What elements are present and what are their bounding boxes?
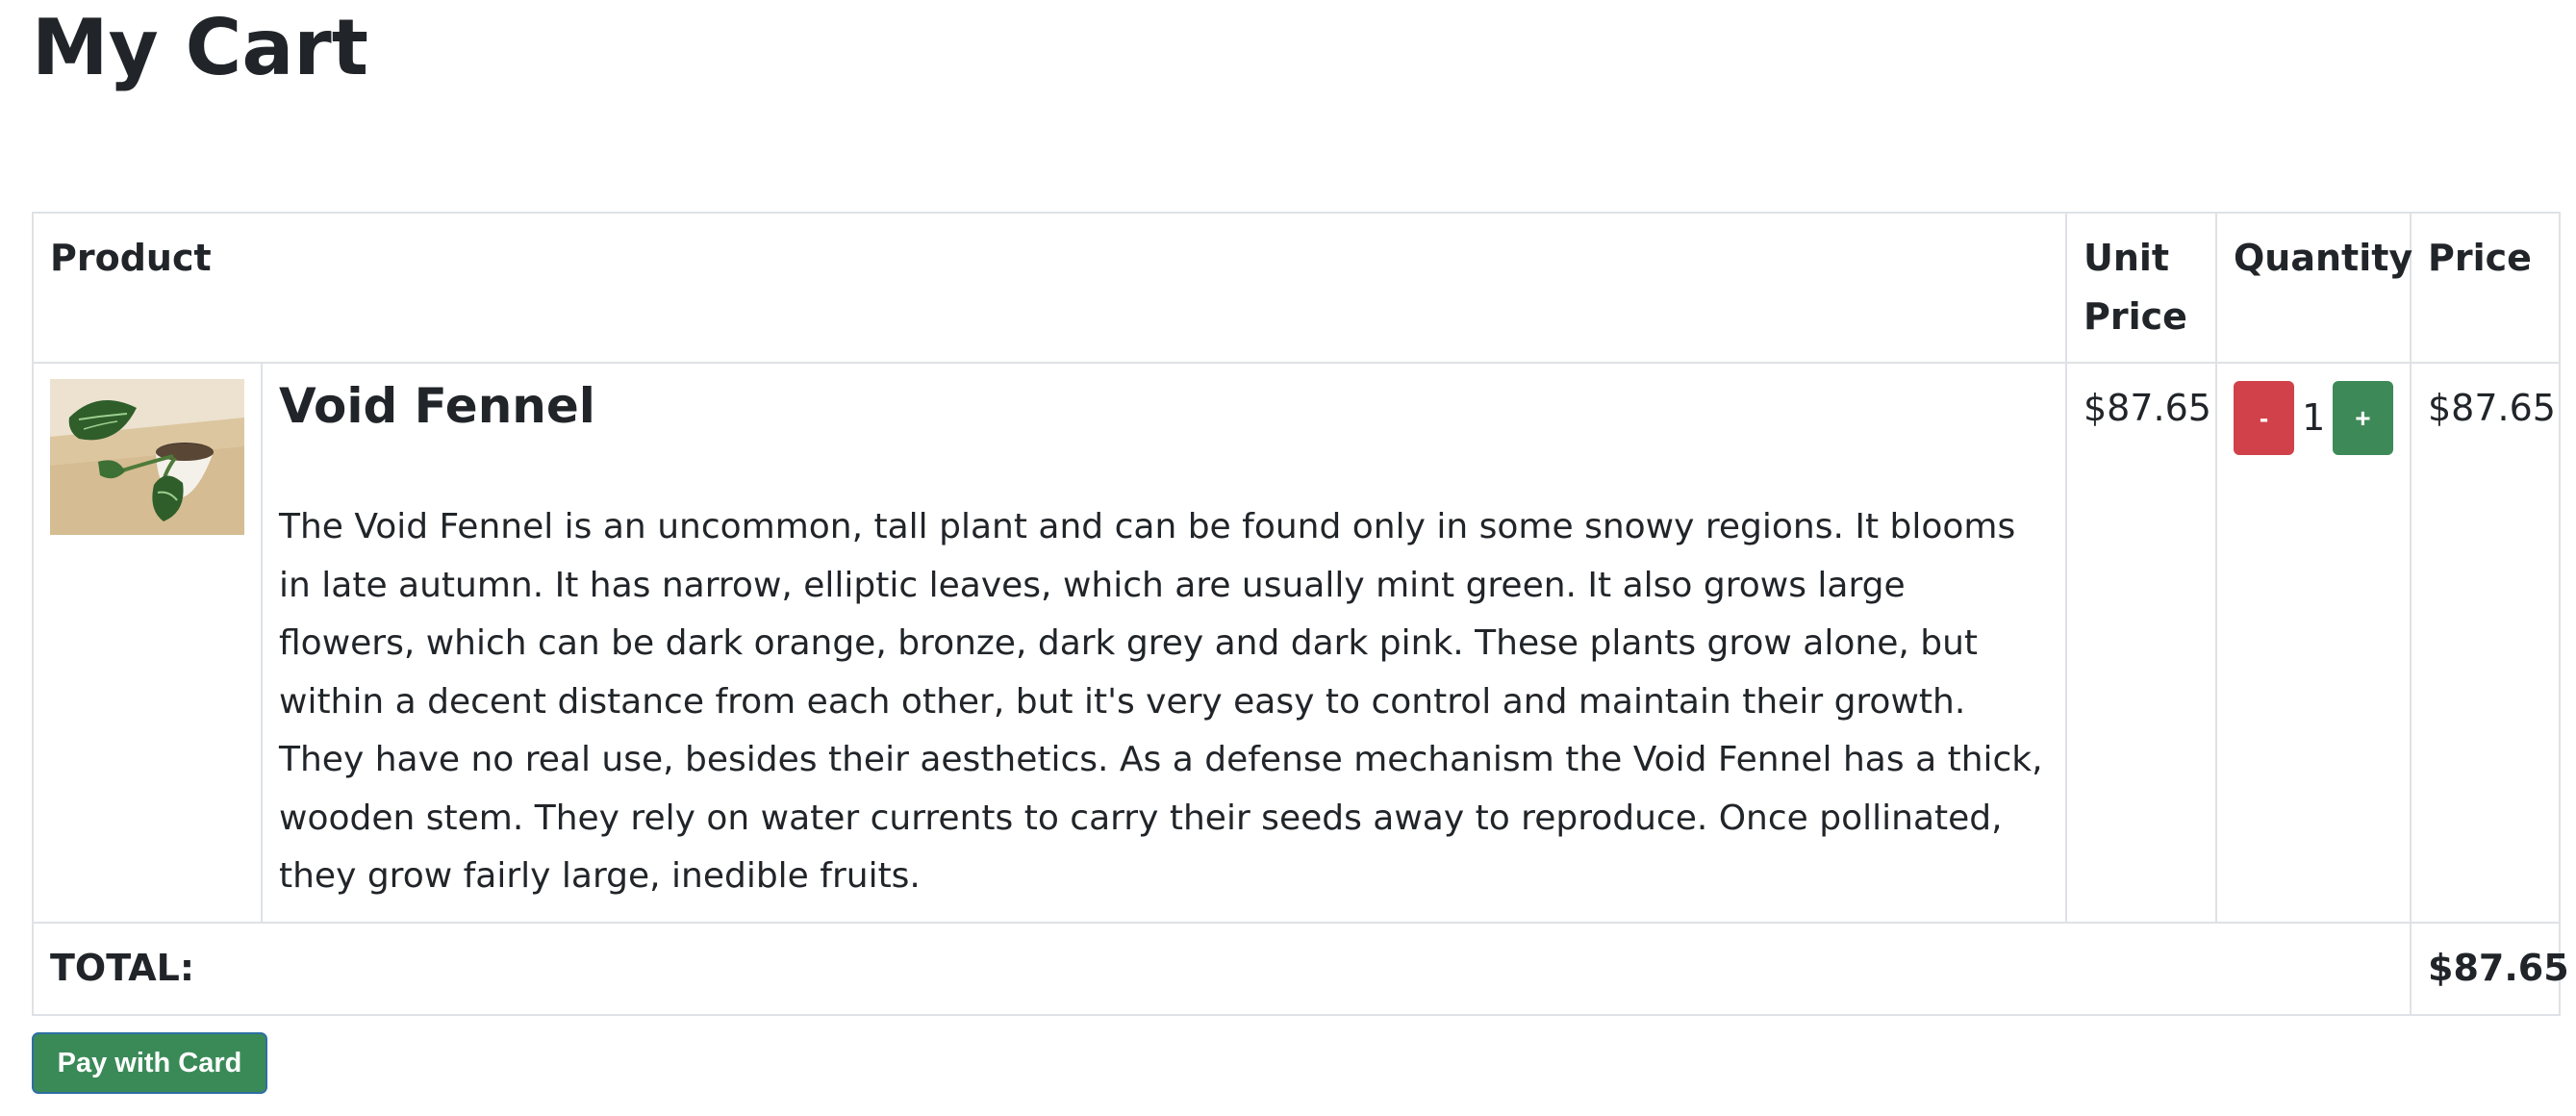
line-price-value: $87.65 [2428, 387, 2556, 429]
page-title: My Cart [32, 3, 368, 92]
total-label: TOTAL: [32, 921, 2412, 1016]
quantity-stepper: - 1 + [2234, 381, 2393, 455]
price-cell: $87.65 [2410, 362, 2561, 924]
unit-price-value: $87.65 [2084, 387, 2211, 429]
cart-header-row: Product Unit Price Quantity Price [32, 212, 2561, 364]
product-description: The Void Fennel is an uncommon, tall pla… [279, 507, 2043, 896]
price-column-header: Price [2410, 212, 2561, 364]
product-image-cell [32, 362, 263, 924]
product-column-header: Product [32, 212, 2067, 364]
potted-plant-image [50, 379, 244, 535]
quantity-cell: - 1 + [2215, 362, 2412, 924]
table-row: Void Fennel The Void Fennel is an uncomm… [32, 362, 2561, 924]
quantity-column-header: Quantity [2215, 212, 2412, 364]
increase-quantity-button[interactable]: + [2332, 381, 2393, 455]
decrease-quantity-button[interactable]: - [2234, 381, 2295, 455]
unit-price-column-header: Unit Price [2065, 212, 2217, 364]
total-row: TOTAL: $87.65 [32, 921, 2569, 1016]
cart-table: Product Unit Price Quantity Price Void F… [32, 212, 2569, 1016]
quantity-value: 1 [2302, 396, 2326, 439]
unit-price-cell: $87.65 [2065, 362, 2217, 924]
total-value: $87.65 [2410, 921, 2569, 1016]
product-details-cell: Void Fennel The Void Fennel is an uncomm… [261, 362, 2067, 924]
potted-plant-icon [50, 379, 244, 535]
product-name[interactable]: Void Fennel [279, 379, 2049, 433]
pay-with-card-button[interactable]: Pay with Card [32, 1032, 267, 1094]
